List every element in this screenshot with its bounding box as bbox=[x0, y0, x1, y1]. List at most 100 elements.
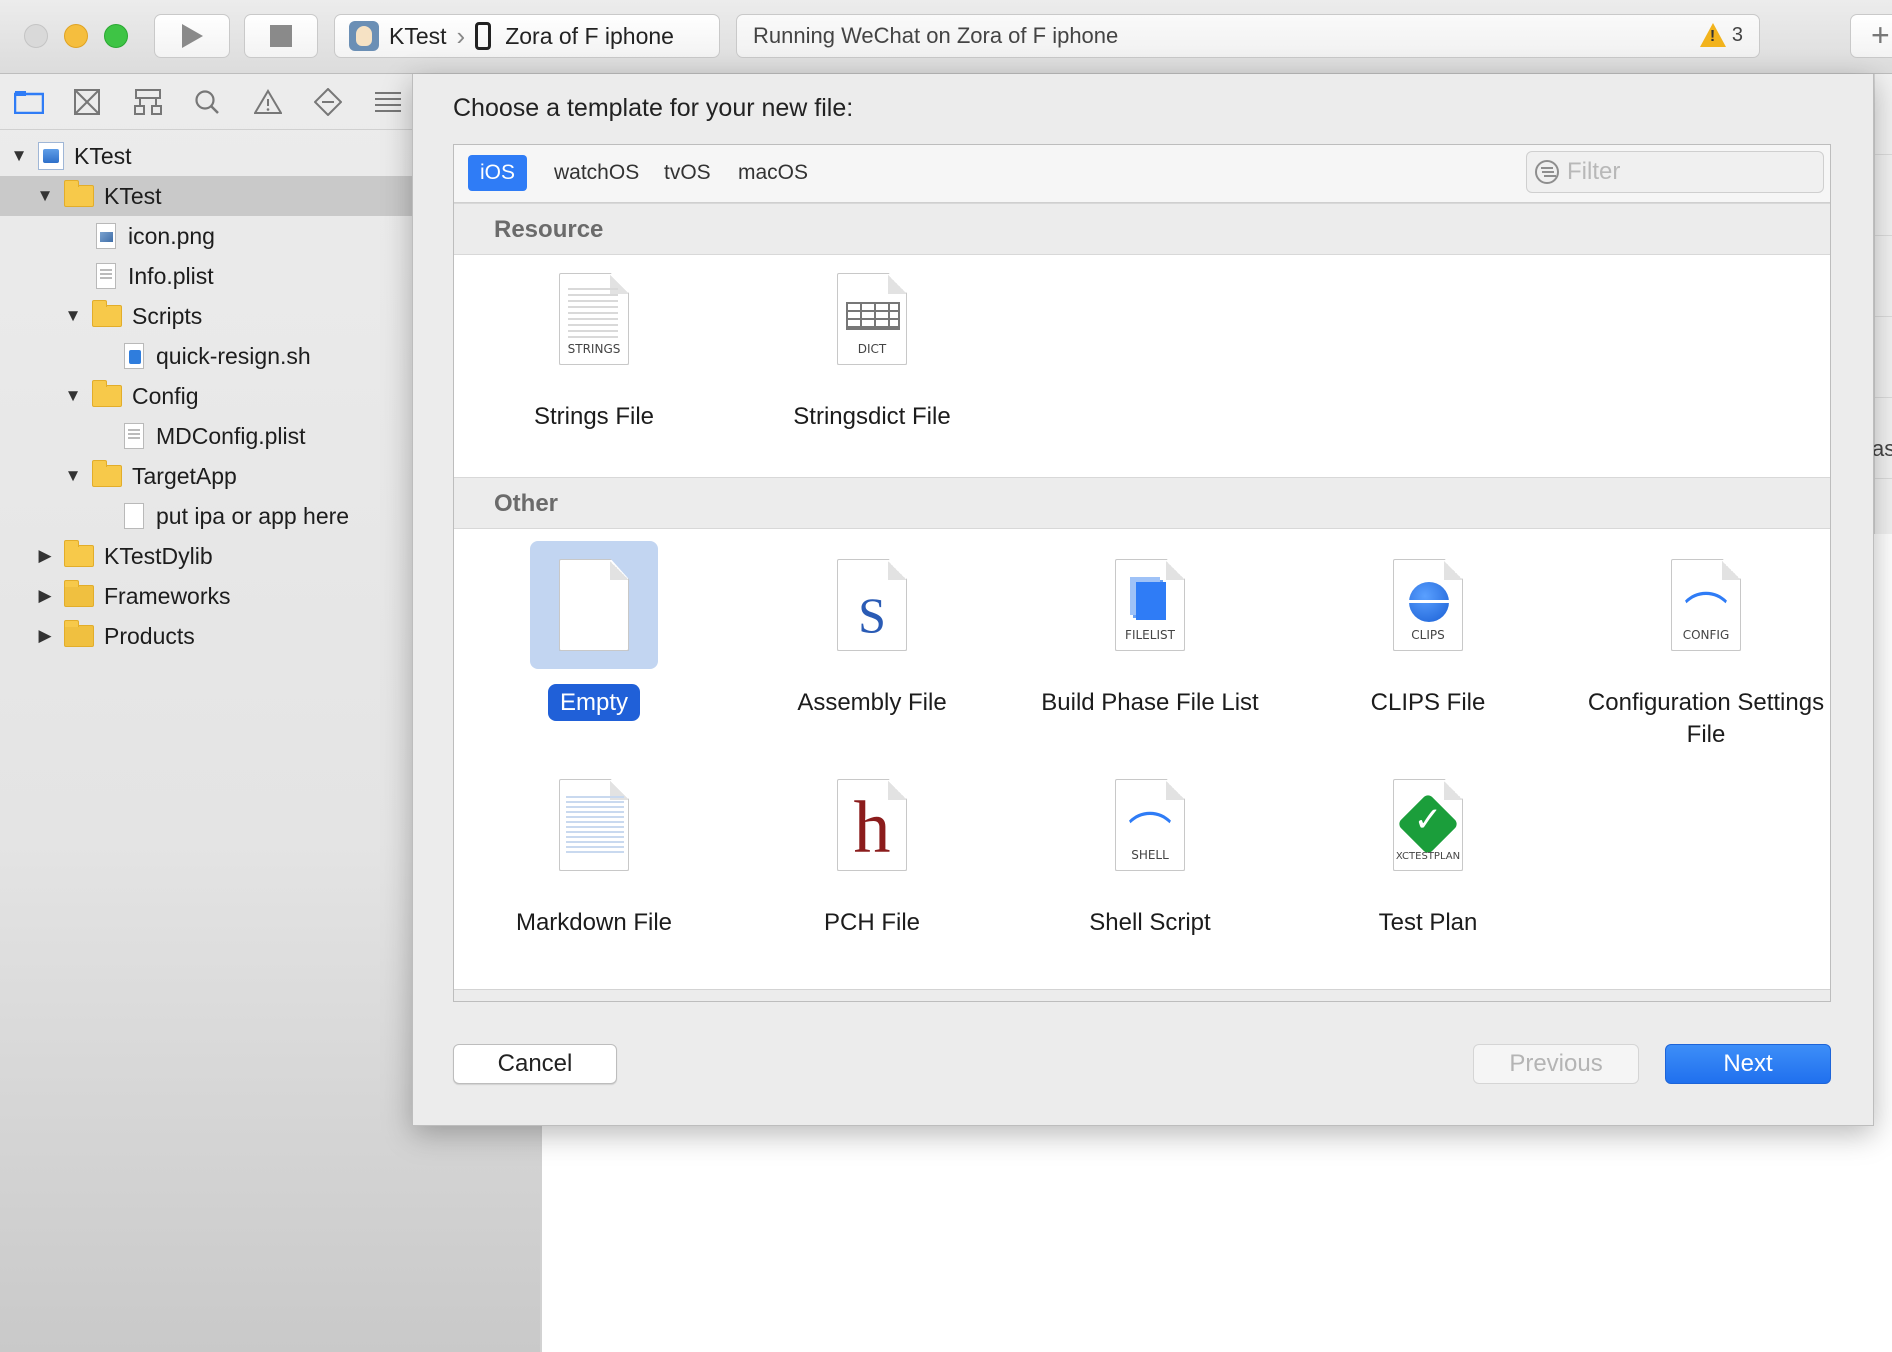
shell-script-icon: ⌒ SHELL bbox=[1115, 779, 1185, 871]
tab-watchos[interactable]: watchOS bbox=[542, 155, 651, 191]
hierarchy-icon bbox=[134, 88, 162, 115]
template-name: Configuration Settings File bbox=[1587, 689, 1825, 748]
template-configuration-settings-file[interactable]: ⌒ CONFIG Configuration Settings File bbox=[1586, 541, 1826, 751]
template-name: CLIPS File bbox=[1370, 689, 1486, 716]
add-tab-button[interactable]: + bbox=[1850, 14, 1892, 58]
tab-tvos[interactable]: tvOS bbox=[652, 155, 723, 191]
chevron-right-icon: › bbox=[456, 20, 466, 51]
close-window-button[interactable] bbox=[24, 24, 48, 48]
minimize-window-button[interactable] bbox=[64, 24, 88, 48]
folder-icon bbox=[64, 580, 94, 607]
template-strings-file[interactable]: STRINGS Strings File bbox=[474, 255, 714, 433]
tree-row-label: KTest bbox=[104, 182, 162, 209]
template-markdown-file[interactable]: Markdown File bbox=[474, 761, 714, 939]
plist-file-icon bbox=[124, 423, 144, 449]
test-plan-icon: ✓ XCTESTPLAN bbox=[1393, 779, 1463, 871]
tab-ios[interactable]: iOS bbox=[468, 155, 528, 191]
pch-file-icon: h bbox=[837, 779, 907, 871]
stop-icon bbox=[270, 25, 292, 47]
assembly-file-icon: S bbox=[837, 559, 907, 651]
next-button[interactable]: Next bbox=[1665, 1044, 1831, 1084]
disclosure-right-icon[interactable]: ▶ bbox=[34, 586, 56, 606]
template-icon-wrap: ✓ XCTESTPLAN bbox=[1364, 761, 1492, 889]
folder-icon bbox=[14, 90, 44, 114]
template-shell-script[interactable]: ⌒ SHELL Shell Script bbox=[1030, 761, 1270, 939]
config-file-icon: ⌒ CONFIG bbox=[1671, 559, 1741, 651]
scheme-selector[interactable]: KTest › Zora of F iphone bbox=[334, 14, 720, 58]
template-assembly-file[interactable]: S Assembly File bbox=[752, 541, 992, 719]
zoom-window-button[interactable] bbox=[104, 24, 128, 48]
find-navigator-tab[interactable] bbox=[194, 82, 254, 122]
disclosure-down-icon[interactable]: ▼ bbox=[34, 186, 56, 206]
tree-row-label: Products bbox=[104, 622, 195, 649]
issue-navigator-tab[interactable] bbox=[254, 82, 314, 122]
disclosure-down-icon[interactable]: ▼ bbox=[8, 146, 30, 166]
tree-row-label: TargetApp bbox=[132, 462, 237, 489]
strings-file-icon: STRINGS bbox=[559, 273, 629, 365]
tree-row-label: KTestDylib bbox=[104, 542, 213, 569]
markdown-file-icon bbox=[559, 779, 629, 871]
sheet-title: Choose a template for your new file: bbox=[453, 94, 854, 122]
test-navigator-tab[interactable] bbox=[314, 82, 374, 122]
folder-icon bbox=[92, 380, 122, 407]
shell-file-icon bbox=[124, 343, 144, 369]
stop-button[interactable] bbox=[244, 14, 318, 58]
template-icon-wrap: CLIPS bbox=[1364, 541, 1492, 669]
activity-viewer: Running WeChat on Zora of F iphone ! 3 bbox=[736, 14, 1760, 58]
template-icon-wrap: STRINGS bbox=[530, 255, 658, 383]
template-icon-wrap: ⌒ SHELL bbox=[1086, 761, 1214, 889]
cancel-button[interactable]: Cancel bbox=[453, 1044, 617, 1084]
source-control-navigator-tab[interactable] bbox=[74, 82, 134, 122]
template-icon-wrap: S bbox=[808, 541, 936, 669]
app-icon bbox=[349, 21, 379, 51]
template-clips-file[interactable]: CLIPS CLIPS File bbox=[1308, 541, 1548, 719]
folder-icon bbox=[64, 180, 94, 207]
empty-file-icon bbox=[559, 559, 629, 651]
template-empty[interactable]: Empty bbox=[474, 541, 714, 721]
warning-count: 3 bbox=[1731, 23, 1743, 46]
filter-placeholder: Filter bbox=[1567, 158, 1621, 185]
activity-status-text: Running WeChat on Zora of F iphone bbox=[753, 23, 1119, 48]
template-icon-wrap: DICT bbox=[808, 255, 936, 383]
template-pch-file[interactable]: h PCH File bbox=[752, 761, 992, 939]
template-name: PCH File bbox=[823, 909, 920, 936]
template-chooser: iOS watchOS tvOS macOS Filter Resource S… bbox=[453, 144, 1831, 1002]
tree-row-label: KTest bbox=[74, 142, 132, 169]
symbol-navigator-tab[interactable] bbox=[134, 82, 194, 122]
disclosure-down-icon[interactable]: ▼ bbox=[62, 386, 84, 406]
disclosure-down-icon[interactable]: ▼ bbox=[62, 306, 84, 326]
template-icon-wrap: ⌒ CONFIG bbox=[1642, 541, 1770, 669]
disclosure-right-icon[interactable]: ▶ bbox=[34, 546, 56, 566]
platform-bar: iOS watchOS tvOS macOS Filter bbox=[454, 145, 1830, 203]
disclosure-right-icon[interactable]: ▶ bbox=[34, 626, 56, 646]
template-build-phase-file-list[interactable]: FILELIST Build Phase File List bbox=[1030, 541, 1270, 719]
tree-row-label: MDConfig.plist bbox=[156, 422, 306, 449]
previous-button[interactable]: Previous bbox=[1473, 1044, 1639, 1084]
chooser-bottom-bar bbox=[454, 989, 1830, 1001]
tree-row-label: Frameworks bbox=[104, 582, 231, 609]
template-name: Test Plan bbox=[1378, 909, 1478, 936]
template-icon-wrap: h bbox=[808, 761, 936, 889]
warning-badge[interactable]: ! 3 bbox=[1699, 23, 1743, 47]
filter-field[interactable]: Filter bbox=[1526, 151, 1824, 193]
template-name: Assembly File bbox=[797, 689, 947, 716]
project-navigator-tab[interactable] bbox=[14, 82, 74, 122]
plist-file-icon bbox=[96, 263, 116, 289]
filelist-icon: FILELIST bbox=[1115, 559, 1185, 651]
warning-icon: ! bbox=[1699, 23, 1726, 47]
template-name: Strings File bbox=[533, 403, 655, 430]
template-icon-wrap: FILELIST bbox=[1086, 541, 1214, 669]
tab-macos[interactable]: macOS bbox=[726, 155, 820, 191]
tree-row-label: put ipa or app here bbox=[156, 502, 350, 529]
tree-row-label: icon.png bbox=[128, 222, 215, 249]
folder-icon bbox=[92, 460, 122, 487]
run-button[interactable] bbox=[154, 14, 230, 58]
template-stringsdict-file[interactable]: DICT Stringsdict File bbox=[752, 255, 992, 433]
tree-row-label: Info.plist bbox=[128, 262, 214, 289]
template-name: Shell Script bbox=[1089, 909, 1211, 936]
disclosure-down-icon[interactable]: ▼ bbox=[62, 466, 84, 486]
template-icon-wrap bbox=[530, 761, 658, 889]
template-test-plan[interactable]: ✓ XCTESTPLAN Test Plan bbox=[1308, 761, 1548, 939]
png-file-icon bbox=[96, 223, 116, 249]
clipped-editor-text: as bbox=[1872, 436, 1892, 461]
